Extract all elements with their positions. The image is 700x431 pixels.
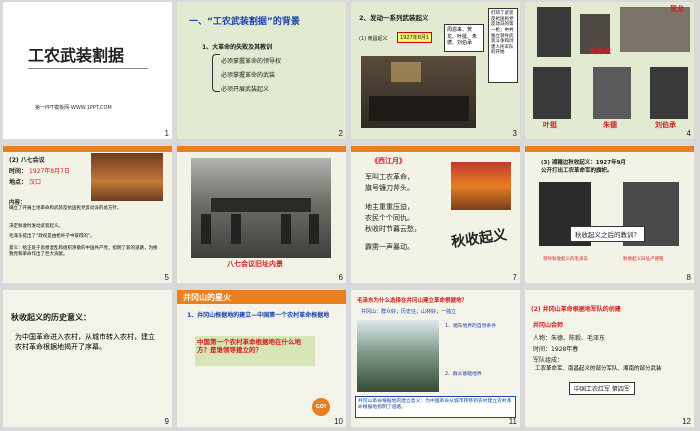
slide-number: 2 (338, 129, 343, 138)
portrait-name: 刘伯承 (655, 121, 676, 129)
lesson-1: 必须掌握革命的领导权 (221, 58, 282, 65)
slide-thumbnail-2[interactable]: 一、“工农武装割据”的背景 1、大革命的失败及其教训 必须掌握革命的领导权 必须… (177, 2, 346, 139)
place-label: 地点： (9, 179, 28, 186)
portrait-photo (537, 7, 571, 57)
poem-line: 军叫工农革命， (365, 173, 414, 181)
answer-text: 井冈山：群众好；历史往；山林好；一独立 (361, 309, 457, 315)
portrait-name: 周恩来 (590, 47, 611, 55)
slide-thumbnail-5[interactable]: (2) 八七会议 时间： 1927年8月7日 地点： 汉口 内容： 确立了开展土… (3, 146, 172, 283)
slide-title: 秋收起义的历史意义： (11, 313, 91, 322)
slide-number: 5 (164, 273, 169, 282)
photo-caption: 八七会议旧址内景 (227, 260, 283, 268)
slide-thumbnail-10[interactable]: 井冈山的星火 1、井冈山根据地的建立—中国第一个农村革命根据地 中国第一个农村革… (177, 290, 346, 427)
slide-number: 11 (508, 417, 517, 426)
slide-number: 10 (334, 417, 343, 426)
slide-heading: (2) 井冈山革命根据地军队的创建 (531, 306, 621, 313)
calligraphy-title: 秋收起义 (450, 227, 508, 251)
slide-heading: (3) 湘赣边秋收起义：1927年9月 (541, 160, 626, 166)
significance-box: 打响了武装反抗国民党反动派的第一枪；中共独立领导武装斗争和创建人民军队的开始 (488, 8, 518, 83)
portrait-name: 贺龙 (670, 5, 684, 13)
divider (28, 68, 148, 69)
slide-thumbnail-8[interactable]: (3) 湘赣边秋收起义：1927年9月 公开打出工农革命军的旗帜。 秋收起义之后… (525, 146, 694, 283)
slide-heading: (2) 八七会议 (9, 157, 45, 164)
time-value: 1927年8月7日 (29, 168, 70, 175)
army-label: 军队组成： (533, 357, 564, 364)
point-2: 2、群众基础地界 (445, 372, 482, 377)
portrait-name: 朱德 (603, 121, 617, 129)
uprising-painting (451, 162, 511, 210)
bracket (212, 54, 220, 92)
lesson-2: 必须掌握革命的武装 (221, 72, 276, 79)
poem-line: 地主重重压迫， (365, 203, 414, 211)
poem-line: 农民个个同仇。 (365, 214, 414, 222)
content-label: 内容： (9, 200, 26, 206)
question-box: 秋收起义之后的教训？ (570, 226, 645, 242)
title-bar (351, 146, 520, 152)
title-bar (525, 146, 694, 152)
slide-number: 4 (686, 129, 691, 138)
time-text: 时间：1928年春 (533, 346, 579, 353)
people-text: 人物：朱德、陈毅、毛泽东 (533, 335, 606, 342)
portrait-photo (533, 67, 571, 119)
slide-thumbnail-3[interactable]: 2、发动一系列武装起义 (1) 南昌起义 1927年8月1 周恩来、贺龙、叶挺、… (351, 2, 520, 139)
meeting-room-photo (191, 158, 331, 258)
portrait-photo (593, 67, 631, 119)
slide-thumbnail-11[interactable]: 毛泽东为什么选择在井冈山建立革命根据地？ 井冈山：群众好；历史往；山林好；一独立… (351, 290, 520, 427)
banner: 井冈山的星火 (177, 290, 346, 304)
portrait-caption: 秋收起义旧址卢德铭 (623, 257, 664, 262)
content-line-4: 意义：给正处于思想混乱和组织涣散的中国共产党，指明了新的道路，为挽救党和革命作出… (9, 246, 158, 257)
place-value: 汉口 (29, 179, 42, 186)
time-label: 时间： (9, 168, 28, 175)
content-line-1: 确立了开展土地革命和武装反抗国民党反动派的总方针。 (9, 206, 122, 211)
poem-line: 秋收时节暮云愁， (365, 225, 421, 233)
title-bar (3, 146, 172, 152)
poem-title: 《西江月》 (371, 157, 406, 165)
date-badge: 1927年8月1 (397, 32, 433, 43)
subheading: 井冈山会师 (533, 322, 564, 329)
poem-line: 旗号镰刀斧头。 (365, 184, 414, 192)
content-line-3: 毛泽东提出了“政权是由枪杆子中取得的”。 (9, 234, 95, 239)
portrait-caption: 领导秋收起义的毛泽东 (543, 257, 588, 262)
leaders-box: 周恩来、贺龙、叶挺、朱德、刘伯承 (444, 24, 484, 52)
uprising-item: (1) 南昌起义 (359, 36, 388, 42)
item-text: 1、井冈山根据地的建立—中国第一个农村革命根据地 (187, 312, 330, 319)
slide-footer: 第一PPT模板网-WWW.1PPT.COM (35, 105, 112, 111)
slide-number: 7 (512, 273, 517, 282)
slide-subheading: 1、大革命的失败及其教训 (202, 44, 273, 51)
slide-number: 12 (682, 417, 691, 426)
mountain-photo (357, 320, 439, 392)
meeting-photo (91, 153, 163, 201)
slide-thumbnail-1[interactable]: 工农武装割据 第一PPT模板网-WWW.1PPT.COM 1 (3, 2, 172, 139)
slide-number: 8 (686, 273, 691, 282)
lesson-3: 必须开展武装起义 (221, 86, 270, 93)
nanchang-uprising-painting (361, 56, 476, 128)
slide-thumbnail-9[interactable]: 秋收起义的历史意义： 为中国革命进入农村，从城市转入农村，建立农村革命根据地揭开… (3, 290, 172, 427)
point-1: 1、湘东地界的自然条件 (445, 324, 497, 329)
slide-number: 6 (338, 273, 343, 282)
go-button[interactable]: GO! (312, 398, 330, 416)
slide-thumbnail-7[interactable]: 《西江月》 军叫工农革命， 旗号镰刀斧头。 地主重重压迫， 农民个个同仇。 秋收… (351, 146, 520, 283)
slide-thumbnail-12[interactable]: (2) 井冈山革命根据地军队的创建 井冈山会师 人物：朱德、陈毅、毛泽东 时间：… (525, 290, 694, 427)
slide-heading: 2、发动一系列武装起义 (359, 14, 429, 22)
unit-box: 中国工农红军 第四军 (569, 382, 635, 395)
content-line-2: 决定秋收时发动武装起义。 (9, 224, 63, 229)
slide-thumbnail-6[interactable]: 八七会议旧址内景 6 (177, 146, 346, 283)
slide-number: 9 (164, 417, 169, 426)
slide-number: 1 (164, 129, 169, 138)
slide-heading-2: 公开打出工农革命军的旗帜。 (541, 168, 613, 174)
slide-number: 3 (512, 129, 517, 138)
slide-thumbnail-4[interactable]: 贺龙 周恩来 叶挺 朱德 刘伯承 4 (525, 2, 694, 139)
poem-line: 霹雳一声暴动。 (365, 243, 414, 251)
significance-bar: 井冈山革命根据地的建立意义：为中国革命从城市转移到农村建立农村革命根据地指明了道… (355, 396, 516, 418)
question-text: 毛泽东为什么选择在井冈山建立革命根据地？ (357, 298, 468, 304)
significance-text: 为中国革命进入农村，从城市转入农村，建立农村革命根据地揭开了序幕。 (15, 333, 155, 352)
question-box: 中国第一个农村革命根据地在什么地方？是谁领导建立的？ (195, 336, 315, 366)
slide-title: 工农武装割据 (28, 46, 125, 65)
portrait-photo (650, 67, 688, 119)
army-text: 工农革命军、南昌起义的部分军队、湘南的部分武装 (535, 366, 662, 372)
slide-heading: 一、“工农武装割据”的背景 (189, 17, 300, 27)
title-bar (177, 146, 346, 152)
portrait-name: 叶挺 (543, 121, 557, 129)
